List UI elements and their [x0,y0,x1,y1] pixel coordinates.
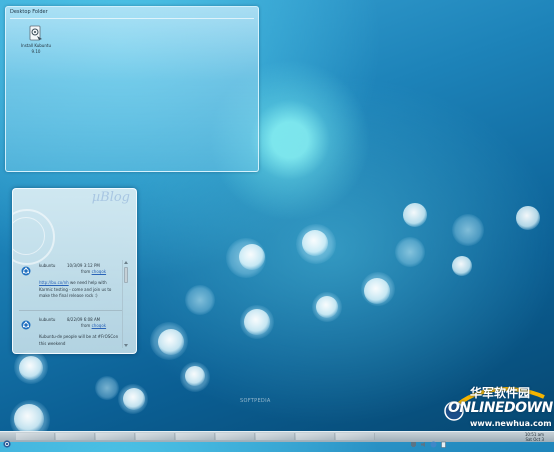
kmenu-icon[interactable] [3,433,11,448]
post-source: from choqok [81,269,106,274]
clipboard-icon[interactable] [440,433,447,448]
softpedia-watermark: SOFTPEDIA [240,398,271,404]
microblog-title: µBlog [91,190,130,205]
task-slot[interactable] [296,433,335,440]
desktop-folder-widget[interactable]: Desktop Folder Install Kubuntu 9.10 [5,6,259,172]
task-slot[interactable] [96,433,135,440]
post-source-prefix: from [81,269,91,274]
post-list-scrollbar[interactable] [122,260,129,348]
volume-icon[interactable] [420,433,427,447]
taskbar-panel: 10:51 am Sat Oct 3 [0,431,554,448]
clock-date: Sat Oct 3 [525,437,544,442]
task-slot[interactable] [336,433,375,440]
source-link[interactable]: choqok [92,269,106,274]
post-divider [19,310,122,311]
post-text: Kubuntu-de people will be at #FrOSCon th… [39,334,119,346]
scroll-down-arrow-icon[interactable] [124,344,128,347]
post-body: http://bu.co/nh we need help with Karmic… [39,280,119,300]
folder-title: Desktop Folder [10,9,48,15]
network-icon[interactable] [410,433,417,447]
task-slot[interactable] [256,433,295,440]
scroll-up-arrow-icon[interactable] [124,261,128,264]
task-slot[interactable] [56,433,95,440]
kubuntu-logo-icon [21,315,31,330]
task-slot[interactable] [216,433,255,440]
task-slot[interactable] [176,433,215,440]
install-kubuntu-shortcut[interactable]: Install Kubuntu 9.10 [19,25,53,54]
folder-divider [10,18,254,19]
shortcut-label-line1: Install Kubuntu [21,43,51,48]
notification-icon[interactable] [430,433,437,448]
watermark-chinese-name: 华军软件园 [470,386,531,400]
kubuntu-logo-icon [21,261,31,276]
post-source: from choqok [81,323,106,328]
task-slot[interactable] [16,433,55,440]
task-slot[interactable] [136,433,175,440]
microblog-widget[interactable]: µBlog kubuntu 10/3/09 3:12 PM from choqo… [12,188,137,354]
watermark-url: www.newhua.com [470,419,552,428]
watermark-brand: ONLINEDOWN [448,400,553,416]
taskbar-tasks[interactable] [16,433,376,440]
post-timestamp: 10/3/09 3:12 PM [67,263,100,268]
post-source-prefix: from [81,323,91,328]
post-list[interactable]: kubuntu 10/3/09 3:12 PM from choqok http… [17,259,128,349]
post-username[interactable]: kubuntu [39,317,55,322]
scroll-thumb[interactable] [124,267,128,283]
post-timestamp: 8/22/09 6:08 AM [67,317,101,322]
post-username[interactable]: kubuntu [39,263,55,268]
post-body: Kubuntu-de people will be at #FrOSCon th… [39,334,119,347]
installer-icon [29,25,43,42]
source-link[interactable]: choqok [92,323,106,328]
post-link[interactable]: http://bu.co/nh [39,280,69,285]
shortcut-label-line2: 9.10 [31,49,41,54]
